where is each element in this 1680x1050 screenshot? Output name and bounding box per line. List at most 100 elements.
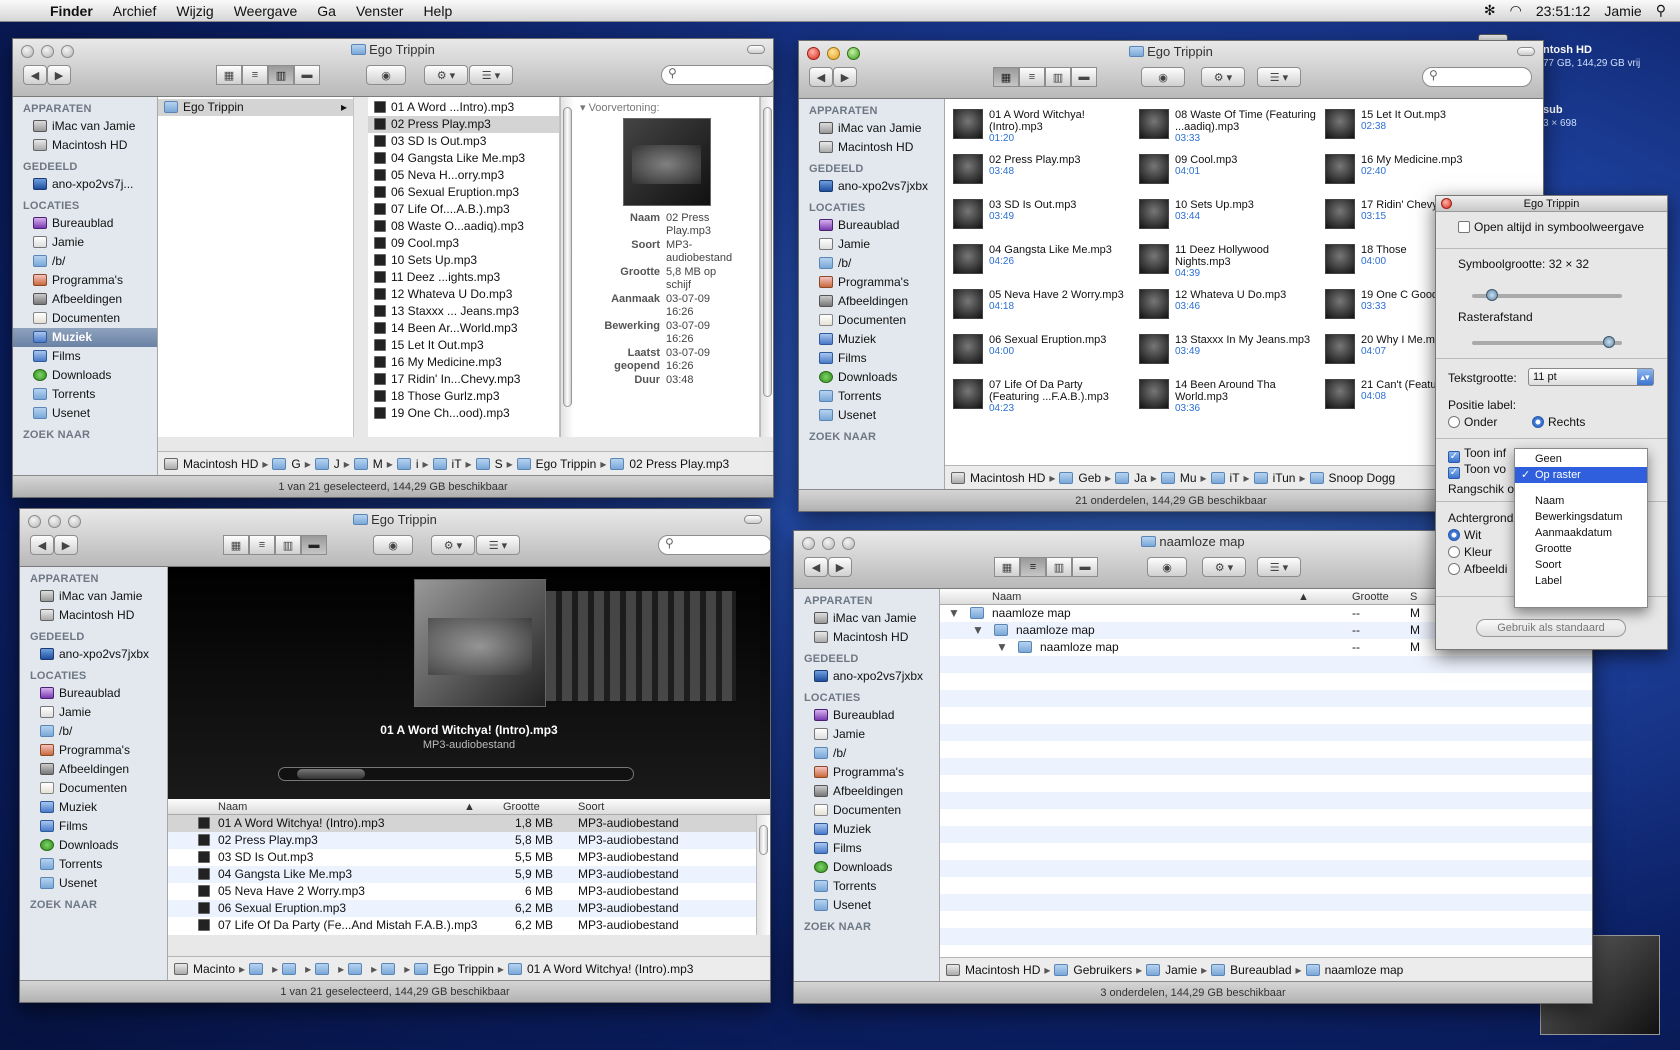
sidebar-item-bureaublad[interactable]: Bureaublad xyxy=(20,684,167,703)
sidebar-item-programmas[interactable]: Programma's xyxy=(13,271,157,290)
list-item[interactable]: 07 Life Of....A.B.).mp3 xyxy=(368,201,559,218)
dropdown-item[interactable]: Geen xyxy=(1515,451,1647,467)
list-item[interactable]: Ego Trippin ▸ xyxy=(158,99,353,116)
icon-item[interactable]: 06 Sexual Eruption.mp3 04:00 xyxy=(953,334,1133,364)
sidebar-item-usenet[interactable]: Usenet xyxy=(794,896,939,915)
forward-button[interactable]: ▶ xyxy=(47,65,71,85)
table-row[interactable]: 07 Life Of Da Party (Fe...And Mistah F.A… xyxy=(168,917,756,934)
list-item[interactable]: 15 Let It Out.mp3 xyxy=(368,337,559,354)
column-soort[interactable]: S xyxy=(1410,589,1417,605)
view-columns-button[interactable]: ▥ xyxy=(275,535,301,555)
sidebar-item-macintosh-hd[interactable]: Macintosh HD xyxy=(13,136,157,155)
section-gedeeld[interactable]: GEDEELD xyxy=(13,155,157,175)
right-radio[interactable] xyxy=(1532,416,1544,428)
grid-slider-knob[interactable] xyxy=(1603,336,1616,348)
path-segment[interactable]: Bureaublad xyxy=(1211,963,1292,977)
scrollbar[interactable] xyxy=(560,97,574,437)
list-item[interactable]: 08 Waste O...aadiq).mp3 xyxy=(368,218,559,235)
path-segment[interactable]: iTun xyxy=(1253,471,1295,485)
path-segment[interactable]: M xyxy=(353,457,383,471)
path-segment[interactable] xyxy=(381,962,400,976)
list-item[interactable]: 11 Deez ...ights.mp3 xyxy=(368,269,559,286)
icon-item[interactable]: 09 Cool.mp3 04:01 xyxy=(1139,154,1319,184)
sidebar-item-macintosh-hd[interactable]: Macintosh HD xyxy=(20,606,167,625)
view-icons-button[interactable]: ▦ xyxy=(993,67,1019,87)
path-segment[interactable]: Ego Trippin xyxy=(516,457,596,471)
sidebar-item-jamie[interactable]: Jamie xyxy=(794,725,939,744)
view-columns-button[interactable]: ▥ xyxy=(1046,557,1072,577)
toolbar-toggle-button[interactable] xyxy=(1517,47,1535,56)
sidebar-item-imac[interactable]: iMac van Jamie xyxy=(13,117,157,136)
list-item[interactable]: 04 Gangsta Like Me.mp3 xyxy=(368,150,559,167)
icon-item[interactable]: 08 Waste Of Time (Featuring ...aadiq).mp… xyxy=(1139,109,1319,144)
iconsize-slider-knob[interactable] xyxy=(1485,289,1498,301)
forward-button[interactable]: ▶ xyxy=(833,67,857,87)
sidebar-item-downloads[interactable]: Downloads xyxy=(794,858,939,877)
action-button[interactable]: ⚙ ▾ xyxy=(1201,67,1245,87)
icon-item[interactable]: 05 Neva Have 2 Worry.mp3 04:18 xyxy=(953,289,1133,319)
sidebar-item-muziek[interactable]: Muziek xyxy=(799,330,944,349)
list-item[interactable]: 03 SD Is Out.mp3 xyxy=(368,133,559,150)
action-button[interactable]: ⚙ ▾ xyxy=(424,65,468,85)
sidebar-item-usenet[interactable]: Usenet xyxy=(13,404,157,423)
section-zoek[interactable]: ZOEK NAAR xyxy=(20,893,167,913)
view-list-button[interactable]: ≡ xyxy=(249,535,275,555)
sidebar-item-muziek[interactable]: Muziek xyxy=(20,798,167,817)
list-item[interactable]: 01 A Word ...Intro).mp3 xyxy=(368,99,559,116)
sidebar-item-afbeeldingen[interactable]: Afbeeldingen xyxy=(799,292,944,311)
sidebar-item-jamie[interactable]: Jamie xyxy=(799,235,944,254)
column-naam[interactable]: Naam xyxy=(218,799,247,815)
sidebar-item-programmas[interactable]: Programma's xyxy=(20,741,167,760)
section-zoek[interactable]: ZOEK NAAR xyxy=(13,423,157,443)
back-button[interactable]: ◀ xyxy=(23,65,47,85)
right-option[interactable]: Rechts xyxy=(1532,415,1585,429)
toolbar-toggle-button[interactable] xyxy=(747,45,765,54)
disclosure-triangle-icon[interactable]: ▼ xyxy=(972,622,984,639)
path-segment[interactable] xyxy=(249,962,268,976)
sidebar-item-afbeeldingen[interactable]: Afbeeldingen xyxy=(794,782,939,801)
column-naam[interactable]: Naam xyxy=(992,589,1021,605)
dropdown-item[interactable]: Bewerkingsdatum xyxy=(1515,509,1647,525)
column-grootte[interactable]: Grootte xyxy=(1352,589,1389,605)
view-icons-button[interactable]: ▦ xyxy=(216,65,242,85)
icon-item[interactable]: 01 A Word Witchya! (Intro).mp3 01:20 xyxy=(953,109,1133,144)
sidebar-item-documenten[interactable]: Documenten xyxy=(13,309,157,328)
path-segment[interactable] xyxy=(282,962,301,976)
sidebar-item-films[interactable]: Films xyxy=(20,817,167,836)
path-segment[interactable]: Mu xyxy=(1160,471,1197,485)
section-locaties[interactable]: LOCATIES xyxy=(794,686,939,706)
white-radio[interactable] xyxy=(1448,529,1460,541)
forward-button[interactable]: ▶ xyxy=(828,557,852,577)
sidebar-item-documenten[interactable]: Documenten xyxy=(20,779,167,798)
sidebar-item-documenten[interactable]: Documenten xyxy=(794,801,939,820)
menu-venster[interactable]: Venster xyxy=(346,3,413,19)
sidebar-item-imac[interactable]: iMac van Jamie xyxy=(20,587,167,606)
section-apparaten[interactable]: APPARATEN xyxy=(799,99,944,119)
sidebar-item-programmas[interactable]: Programma's xyxy=(794,763,939,782)
table-row[interactable]: 01 A Word Witchya! (Intro).mp3 1,8 MB MP3-… xyxy=(168,815,756,832)
under-radio[interactable] xyxy=(1448,416,1460,428)
user-menu[interactable]: Jamie xyxy=(1604,3,1641,19)
column-soort[interactable]: Soort xyxy=(578,799,604,815)
sidebar-item-b[interactable]: /b/ xyxy=(794,744,939,763)
list-item[interactable]: 09 Cool.mp3 xyxy=(368,235,559,252)
list-item[interactable]: 19 One Ch...ood).mp3 xyxy=(368,405,559,422)
table-row[interactable]: 03 SD Is Out.mp3 5,5 MB MP3-audiobestand xyxy=(168,849,756,866)
sidebar-item-shared[interactable]: ano-xpo2vs7j... xyxy=(13,175,157,194)
dropdown-item[interactable]: Label xyxy=(1515,573,1647,589)
list-item[interactable]: 18 Those Gurlz.mp3 xyxy=(368,388,559,405)
quicklook-button[interactable]: ◉ xyxy=(373,535,413,555)
textsize-select[interactable]: 11 pt ▴▾ xyxy=(1528,368,1654,386)
view-coverflow-button[interactable]: ▬ xyxy=(301,535,327,555)
sidebar-item-usenet[interactable]: Usenet xyxy=(799,406,944,425)
spotlight-icon[interactable]: ⚲ xyxy=(1656,2,1666,19)
menu-help[interactable]: Help xyxy=(413,3,462,19)
sidebar-item-shared[interactable]: ano-xpo2vs7jxbx xyxy=(794,667,939,686)
sidebar-item-torrents[interactable]: Torrents xyxy=(13,385,157,404)
search-input[interactable]: ⚲ xyxy=(658,535,770,555)
image-radio[interactable] xyxy=(1448,563,1460,575)
path-segment[interactable] xyxy=(315,962,334,976)
path-segment[interactable]: Ja xyxy=(1115,471,1147,485)
path-segment[interactable]: Gebruikers xyxy=(1054,963,1132,977)
back-button[interactable]: ◀ xyxy=(804,557,828,577)
